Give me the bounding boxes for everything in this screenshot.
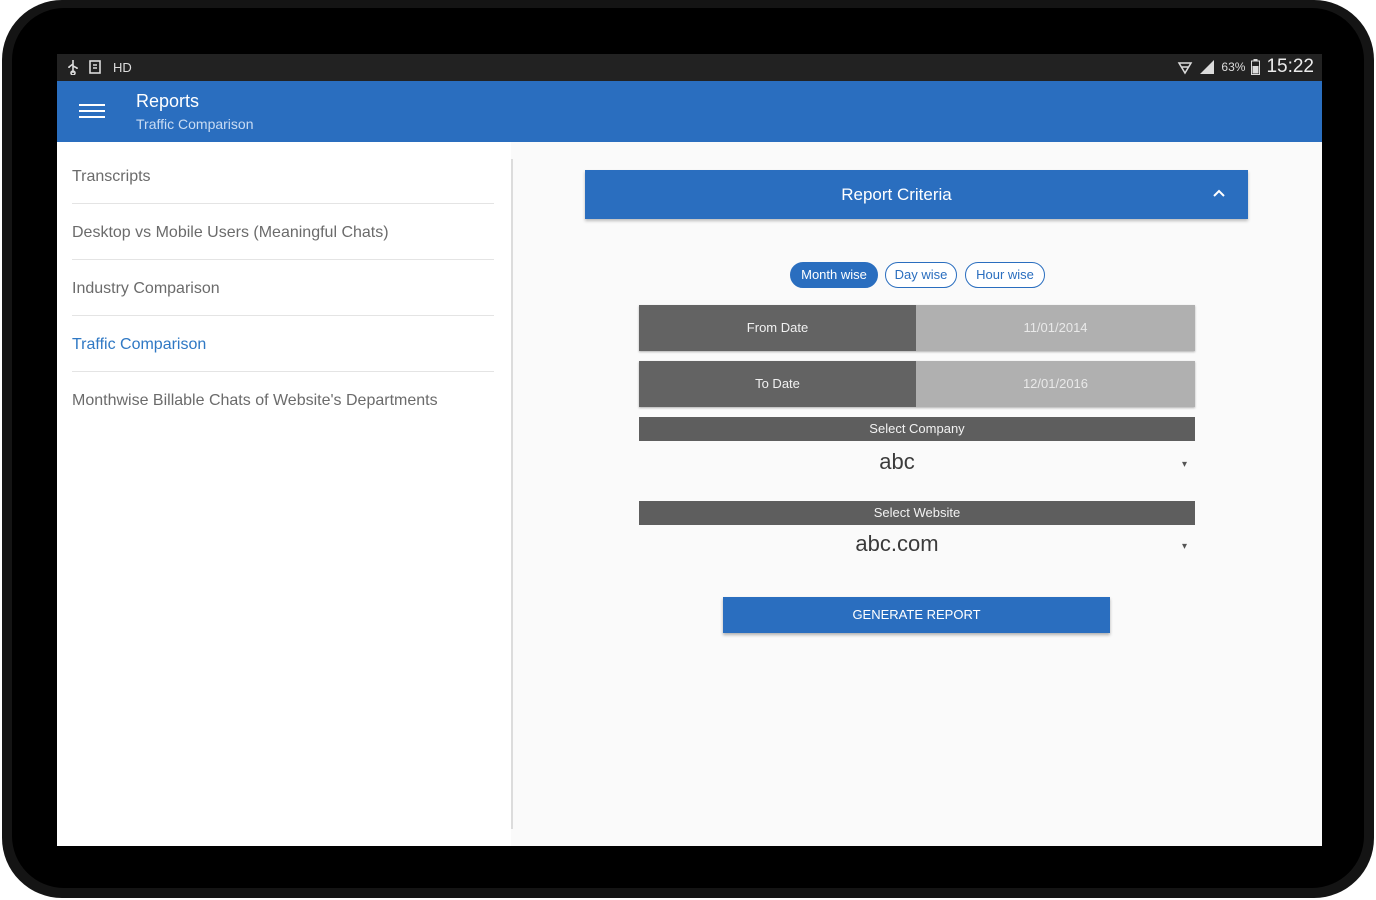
signal-icon — [1200, 60, 1215, 74]
to-date-value: 12/01/2016 — [916, 361, 1195, 407]
battery-percent: 63% — [1221, 60, 1246, 74]
report-criteria-header[interactable]: Report Criteria — [585, 170, 1248, 219]
usb-icon — [68, 60, 78, 75]
select-website-header: Select Website — [639, 501, 1195, 525]
sidebar-item-label: Monthwise Billable Chats of Website's De… — [72, 392, 438, 409]
app-bar: Reports Traffic Comparison — [57, 81, 1322, 142]
sidebar-nav: Transcripts Desktop vs Mobile Users (Mea… — [57, 142, 511, 846]
from-date-field[interactable]: From Date 11/01/2014 — [639, 305, 1195, 351]
generate-report-button[interactable]: GENERATE REPORT — [723, 597, 1110, 633]
wifi-icon — [1178, 62, 1193, 75]
dropdown-arrow-icon: ▾ — [1181, 541, 1187, 552]
sidebar-divider — [511, 159, 513, 829]
report-criteria-label: Report Criteria — [841, 185, 952, 204]
screen: HD 63% 15:22 Reports Traffic Comparison … — [57, 54, 1322, 846]
hamburger-menu-icon[interactable] — [79, 100, 105, 124]
website-dropdown[interactable]: abc.com ▾ — [639, 529, 1195, 559]
status-right: 63% 15:22 — [1177, 56, 1314, 78]
sidebar-item-label: Desktop vs Mobile Users (Meaningful Chat… — [72, 224, 389, 241]
chevron-up-icon — [1213, 189, 1225, 197]
day-wise-toggle[interactable]: Day wise — [885, 262, 957, 288]
company-dropdown[interactable]: abc ▾ — [639, 447, 1195, 477]
sidebar-item-traffic-comparison[interactable]: Traffic Comparison — [72, 315, 494, 372]
sidebar-item-transcripts[interactable]: Transcripts — [72, 147, 494, 204]
to-date-label: To Date — [639, 361, 916, 407]
from-date-value: 11/01/2014 — [916, 305, 1195, 351]
select-company-header: Select Company — [639, 417, 1195, 441]
hour-wise-toggle[interactable]: Hour wise — [965, 262, 1045, 288]
month-wise-toggle[interactable]: Month wise — [790, 262, 878, 288]
sidebar-item-label: Industry Comparison — [72, 280, 220, 297]
sidebar-item-monthwise-billable-chats[interactable]: Monthwise Billable Chats of Website's De… — [72, 371, 494, 427]
sidebar-item-label: Traffic Comparison — [72, 336, 207, 353]
status-left: HD — [67, 59, 132, 75]
status-clock: 15:22 — [1266, 56, 1314, 77]
company-selected-value: abc — [879, 449, 915, 474]
hd-badge: HD — [113, 59, 132, 75]
sidebar-item-desktop-vs-mobile[interactable]: Desktop vs Mobile Users (Meaningful Chat… — [72, 203, 494, 260]
sidebar-item-industry-comparison[interactable]: Industry Comparison — [72, 259, 494, 316]
status-bar: HD 63% 15:22 — [57, 54, 1322, 81]
download-icon — [89, 60, 101, 74]
app-bar-subtitle: Traffic Comparison — [136, 116, 254, 132]
battery-icon — [1251, 59, 1261, 75]
app-bar-title: Reports — [136, 91, 200, 111]
website-selected-value: abc.com — [855, 531, 939, 556]
to-date-field[interactable]: To Date 12/01/2016 — [639, 361, 1195, 407]
from-date-label: From Date — [639, 305, 916, 351]
dropdown-arrow-icon: ▾ — [1181, 459, 1187, 470]
sidebar-item-label: Transcripts — [72, 168, 151, 185]
tablet-device: HD 63% 15:22 Reports Traffic Comparison … — [0, 0, 1376, 900]
